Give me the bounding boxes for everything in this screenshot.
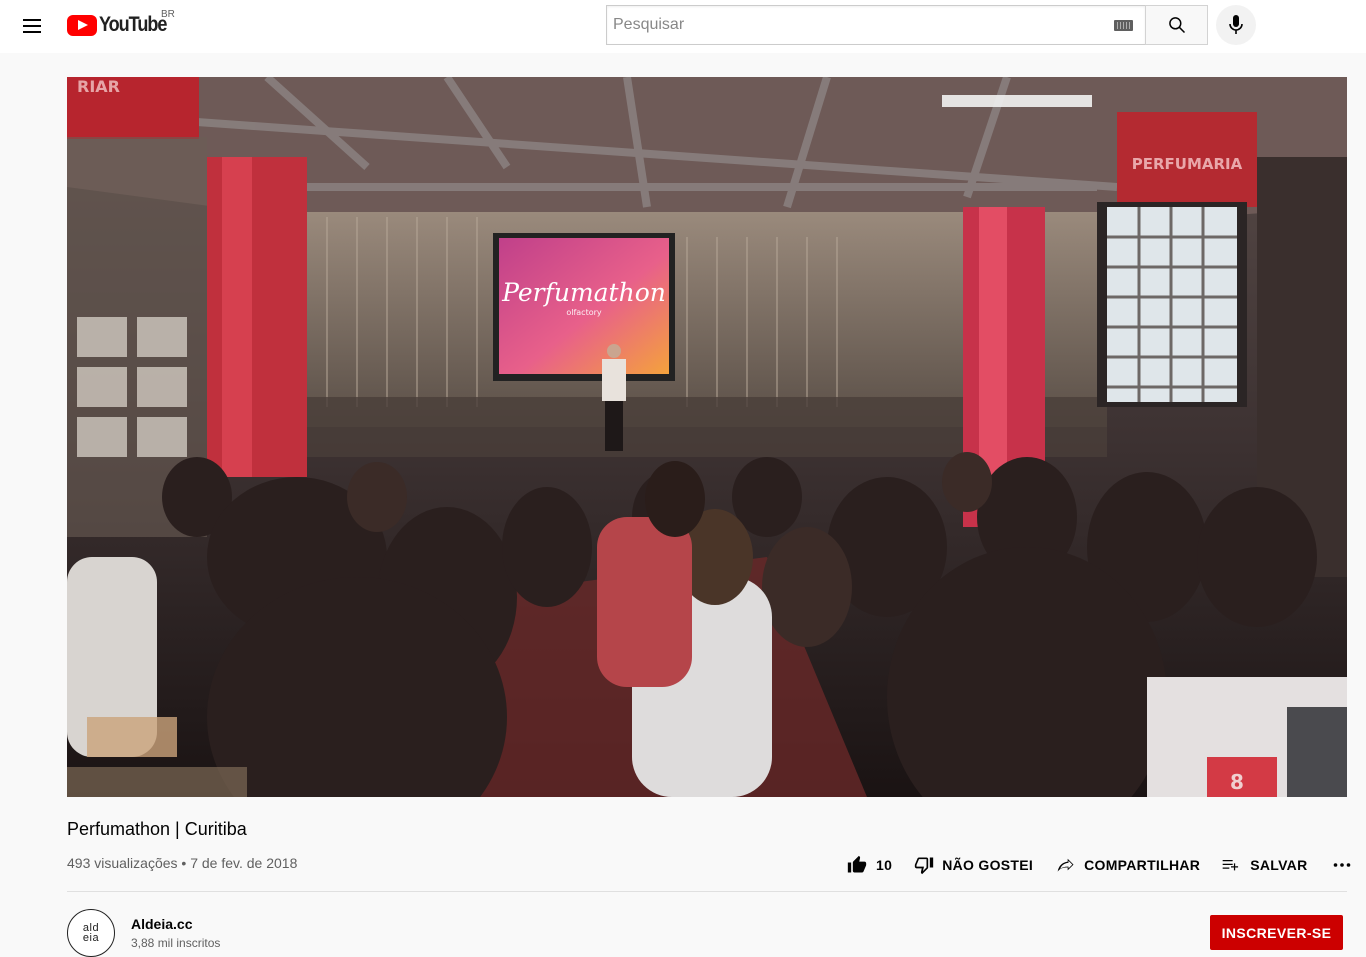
subscriber-count: 3,88 mil inscritos <box>131 936 221 950</box>
like-icon <box>847 855 867 873</box>
table-number: 8 <box>1230 770 1244 794</box>
share-label: COMPARTILHAR <box>1084 857 1201 873</box>
screen-subtitle: olfactory <box>566 308 602 317</box>
menu-icon[interactable] <box>14 8 50 44</box>
more-button[interactable] <box>1332 853 1352 877</box>
channel-avatar[interactable]: ald eia <box>67 909 115 957</box>
voice-search-button[interactable] <box>1216 5 1256 45</box>
save-label: SALVAR <box>1250 857 1308 873</box>
subscribe-button[interactable]: INSCREVER-SE <box>1210 915 1343 950</box>
youtube-logo-icon <box>67 14 97 36</box>
save-playlist-icon <box>1222 860 1239 871</box>
video-player[interactable]: Perfumathon olfactory RIAR PERFUMARIA 8 <box>67 77 1347 797</box>
share-button[interactable]: COMPARTILHAR <box>1055 855 1200 875</box>
like-button[interactable]: 10 <box>847 855 892 875</box>
keyboard-icon[interactable] <box>1114 20 1133 31</box>
search-box <box>606 5 1145 45</box>
search-input[interactable] <box>613 6 1103 44</box>
country-code: BR <box>161 9 175 20</box>
like-count: 10 <box>876 857 893 873</box>
logo-text: YouTube <box>99 13 167 36</box>
avatar-text-bottom: eia <box>82 932 100 944</box>
save-button[interactable]: SALVAR <box>1220 855 1307 875</box>
video-actions: 10 NÃO GOSTEI COMPARTILHAR SALVAR <box>847 851 1352 879</box>
dislike-button[interactable]: NÃO GOSTEI <box>914 855 1033 875</box>
screen-title: Perfumathon <box>501 278 666 307</box>
more-icon <box>1334 863 1351 867</box>
search-button[interactable] <box>1145 5 1208 45</box>
mic-icon <box>1229 15 1243 34</box>
dislike-label: NÃO GOSTEI <box>942 857 1034 873</box>
masthead: YouTube BR <box>0 0 1366 53</box>
banner-text: PERFUMARIA <box>1132 155 1243 173</box>
banner-left-text: RIAR <box>77 77 120 96</box>
search-icon <box>1168 17 1185 34</box>
dislike-icon <box>915 857 934 875</box>
video-meta: 493 visualizações • 7 de fev. de 2018 <box>67 855 298 871</box>
divider <box>67 891 1347 892</box>
channel-name[interactable]: Aldeia.cc <box>131 916 192 932</box>
share-icon <box>1057 858 1074 872</box>
video-title: Perfumathon | Curitiba <box>67 819 247 839</box>
video-frame: Perfumathon olfactory RIAR PERFUMARIA 8 <box>67 77 1347 797</box>
